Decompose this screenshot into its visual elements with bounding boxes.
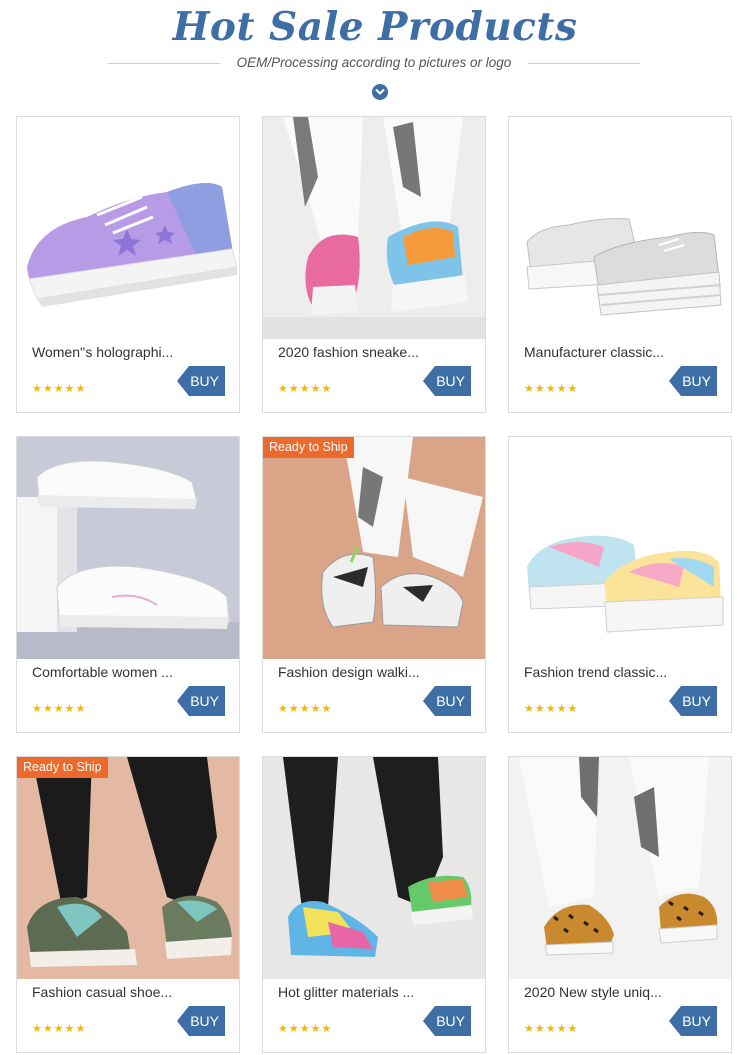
divider-right (528, 63, 640, 64)
product-card[interactable]: 2020 New style uniq... ★★★★★ BUY (508, 756, 732, 1053)
rating-stars: ★★★★★ (32, 383, 87, 395)
buy-button[interactable]: BUY (423, 1006, 471, 1036)
product-name[interactable]: Hot glitter materials ... (278, 984, 428, 1000)
product-name[interactable]: Fashion casual shoe... (32, 984, 182, 1000)
buy-button[interactable]: BUY (669, 366, 717, 396)
product-card[interactable]: Ready to Ship Fashion design walki... ★★… (262, 436, 486, 733)
buy-button[interactable]: BUY (177, 1006, 225, 1036)
section-title: Hot Sale Products (172, 4, 578, 50)
rating-stars: ★★★★★ (278, 383, 333, 395)
section-header: Hot Sale Products OEM/Processing accordi… (0, 0, 750, 110)
buy-button[interactable]: BUY (423, 366, 471, 396)
rating-stars: ★★★★★ (524, 703, 579, 715)
product-card[interactable]: 2020 fashion sneake... ★★★★★ BUY (262, 116, 486, 413)
subtitle-row: OEM/Processing according to pictures or … (108, 54, 640, 72)
product-name[interactable]: Manufacturer classic... (524, 344, 674, 360)
product-name[interactable]: Women''s holographi... (32, 344, 182, 360)
rating-stars: ★★★★★ (32, 703, 87, 715)
rating-stars: ★★★★★ (32, 1023, 87, 1035)
product-photo[interactable] (17, 437, 239, 659)
ready-to-ship-badge: Ready to Ship (17, 757, 108, 778)
product-name[interactable]: 2020 fashion sneake... (278, 344, 428, 360)
product-card[interactable]: Hot glitter materials ... ★★★★★ BUY (262, 756, 486, 1053)
product-name[interactable]: 2020 New style uniq... (524, 984, 674, 1000)
buy-button[interactable]: BUY (177, 366, 225, 396)
product-card[interactable]: Fashion trend classic... ★★★★★ BUY (508, 436, 732, 733)
rating-stars: ★★★★★ (524, 383, 579, 395)
buy-button[interactable]: BUY (423, 686, 471, 716)
rating-stars: ★★★★★ (278, 1023, 333, 1035)
product-name[interactable]: Fashion trend classic... (524, 664, 674, 680)
chevron-down-icon[interactable] (372, 84, 388, 100)
buy-button[interactable]: BUY (177, 686, 225, 716)
ready-to-ship-badge: Ready to Ship (263, 437, 354, 458)
product-photo[interactable] (509, 117, 731, 339)
product-photo[interactable] (263, 757, 485, 979)
product-card[interactable]: Comfortable women ... ★★★★★ BUY (16, 436, 240, 733)
product-card[interactable]: Manufacturer classic... ★★★★★ BUY (508, 116, 732, 413)
product-photo[interactable] (263, 117, 485, 339)
product-photo[interactable] (509, 757, 731, 979)
product-name[interactable]: Fashion design walki... (278, 664, 428, 680)
product-photo[interactable] (263, 437, 485, 659)
rating-stars: ★★★★★ (524, 1023, 579, 1035)
product-photo[interactable] (17, 757, 239, 979)
product-card[interactable]: Ready to Ship Fashion casual shoe... ★★★… (16, 756, 240, 1053)
product-photo[interactable] (509, 437, 731, 659)
buy-button[interactable]: BUY (669, 1006, 717, 1036)
product-photo[interactable] (17, 117, 239, 339)
buy-button[interactable]: BUY (669, 686, 717, 716)
rating-stars: ★★★★★ (278, 703, 333, 715)
product-name[interactable]: Comfortable women ... (32, 664, 182, 680)
product-card[interactable]: Women''s holographi... ★★★★★ BUY (16, 116, 240, 413)
